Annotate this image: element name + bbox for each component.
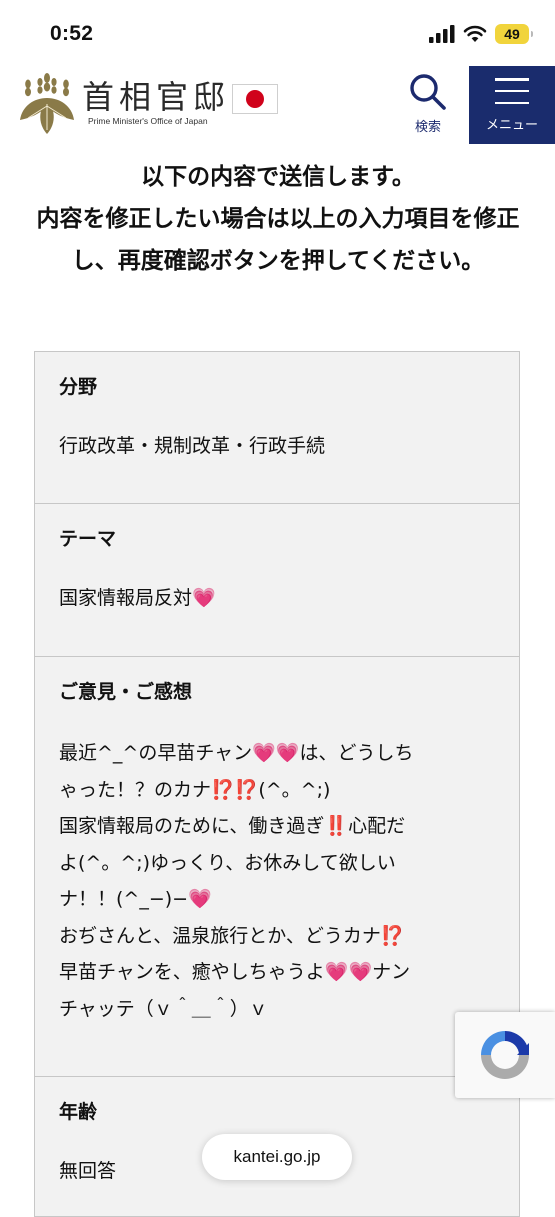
menu-button[interactable]: メニュー bbox=[469, 66, 555, 144]
field-value: 最近^_^の早苗チャン💗💗は、どうしち ゃった！？のカナ⁉️⁉️(^。^;) 国… bbox=[59, 742, 414, 1020]
notice-line-1: 以下の内容で送信します。 bbox=[141, 164, 415, 190]
flag-sun bbox=[246, 90, 264, 108]
field-value: 行政改革・規制改革・行政手続 bbox=[59, 435, 326, 457]
search-icon bbox=[410, 74, 446, 110]
recaptcha-icon bbox=[481, 1031, 529, 1079]
status-time: 0:52 bbox=[50, 22, 94, 45]
field-section-theme: テーマ 国家情報局反対💗 bbox=[35, 504, 519, 657]
status-bar: 0:52 49 bbox=[0, 0, 555, 62]
field-label: 年齢 bbox=[59, 1101, 98, 1123]
status-indicators: 49 bbox=[429, 24, 533, 44]
wifi-icon bbox=[463, 25, 487, 42]
paulownia-crest-icon[interactable] bbox=[16, 70, 78, 136]
field-label: テーマ bbox=[59, 528, 117, 550]
field-value: 国家情報局反対💗 bbox=[59, 587, 216, 609]
notice-line-2: 内容を修正したい場合は以上の入力項目を修正し、再度確認ボタンを押してください。 bbox=[36, 206, 520, 274]
hamburger-menu-icon bbox=[495, 78, 529, 104]
search-label: 検索 bbox=[414, 120, 441, 135]
browser-url-bar[interactable]: kantei.go.jp bbox=[202, 1134, 352, 1180]
field-label: 分野 bbox=[59, 376, 98, 398]
search-button[interactable]: 検索 bbox=[400, 70, 456, 140]
site-logo-subtitle: Prime Minister's Office of Japan bbox=[88, 116, 208, 126]
japan-flag-icon bbox=[232, 84, 278, 114]
menu-label: メニュー bbox=[485, 118, 538, 133]
field-label: ご意見・ご感想 bbox=[59, 681, 193, 703]
site-header: 首相官邸 Prime Minister's Office of Japan 検索… bbox=[0, 66, 555, 144]
confirmation-table: 分野 行政改革・規制改革・行政手続 テーマ 国家情報局反対💗 ご意見・ご感想 最… bbox=[34, 351, 520, 1217]
confirmation-notice: 以下の内容で送信します。 内容を修正したい場合は以上の入力項目を修正し、再度確認… bbox=[30, 156, 526, 282]
battery-indicator: 49 bbox=[495, 24, 533, 44]
signal-icon bbox=[429, 25, 455, 43]
field-section-category: 分野 行政改革・規制改革・行政手続 bbox=[35, 352, 519, 504]
site-logo-title[interactable]: 首相官邸 bbox=[82, 72, 230, 118]
recaptcha-badge[interactable] bbox=[455, 1012, 555, 1098]
field-section-opinion: ご意見・ご感想 最近^_^の早苗チャン💗💗は、どうしち ゃった！？のカナ⁉️⁉️… bbox=[35, 657, 519, 1077]
